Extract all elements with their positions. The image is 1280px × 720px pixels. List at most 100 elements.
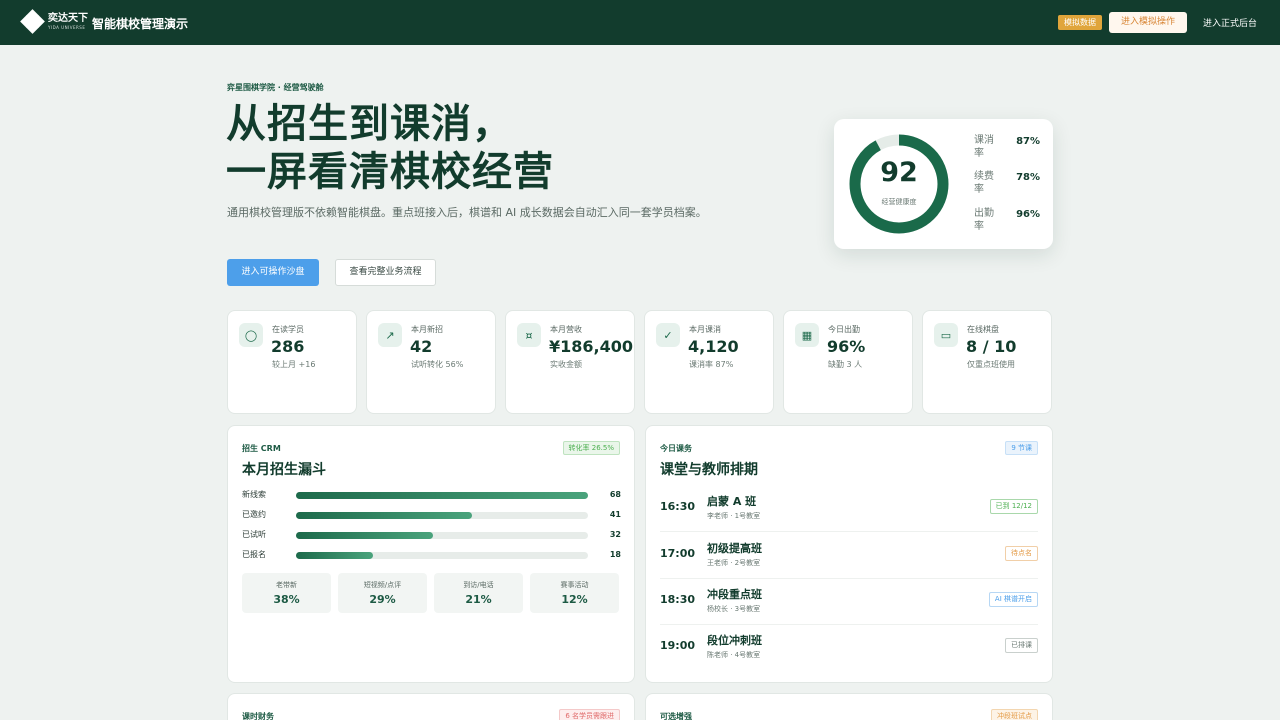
enter-simulation-button[interactable]: 进入模拟操作	[1109, 12, 1187, 33]
funnel-track	[296, 552, 588, 559]
trend-icon: ↗	[378, 323, 402, 347]
stat-value: 96%	[827, 337, 866, 356]
stat-value: 8 / 10	[966, 337, 1017, 356]
stat-label: 本月营收	[550, 325, 582, 334]
funnel-bar	[296, 512, 473, 519]
stat-sub: 仅重点班使用	[967, 360, 1015, 369]
stat-card-revenue[interactable]: ¤ 本月营收 ¥186,400 实收金额	[505, 310, 635, 414]
panel-tag: 可选增强	[660, 712, 692, 720]
panel-title: 本月招生漏斗	[242, 462, 326, 478]
class-name: 启蒙 A 班	[707, 495, 757, 508]
class-time: 18:30	[660, 593, 696, 606]
class-name: 冲段重点班	[707, 588, 762, 601]
schedule-row[interactable]: 19:00 段位冲刺班 陈老师 · 4号教室 已排课	[660, 625, 1038, 671]
class-name: 初级提高班	[707, 542, 762, 555]
enter-sandbox-button[interactable]: 进入可操作沙盘	[227, 259, 319, 286]
source-label: 短视频/点评	[363, 581, 402, 589]
funnel-label: 新线索	[242, 490, 266, 499]
source-box: 到访/电话 21%	[434, 573, 523, 613]
class-teacher: 杨校长 · 3号教室	[707, 605, 761, 613]
source-box: 赛事活动 12%	[530, 573, 619, 613]
panel-tag: 今日课务	[660, 444, 692, 453]
class-time: 19:00	[660, 639, 696, 652]
class-name: 段位冲刺班	[707, 634, 762, 647]
class-time: 17:00	[660, 547, 696, 560]
schedule-row[interactable]: 16:30 启蒙 A 班 李老师 · 1号教室 已到 12/12	[660, 486, 1038, 532]
hero-description: 通用棋校管理版不依赖智能棋盘。重点班接入后，棋谱和 AI 成长数据会自动汇入同一…	[227, 206, 707, 219]
view-workflow-button[interactable]: 查看完整业务流程	[335, 259, 436, 286]
mock-data-badge: 模拟数据	[1058, 15, 1102, 30]
stat-label: 在读学员	[272, 325, 304, 334]
app-title: 智能棋校管理演示	[92, 17, 189, 31]
funnel-track	[296, 532, 588, 539]
source-label: 到访/电话	[463, 581, 494, 589]
funnel-label: 已试听	[242, 530, 266, 539]
class-teacher: 王老师 · 2号教室	[707, 559, 761, 567]
funnel-count: 18	[609, 550, 621, 559]
monitor-icon: ▭	[934, 323, 958, 347]
funnel-bar	[296, 552, 374, 559]
funnel-row: 已报名 18	[242, 549, 622, 561]
status-badge: 待点名	[1005, 546, 1038, 561]
stat-card-online-boards[interactable]: ▭ 在线棋盘 8 / 10 仅重点班使用	[922, 310, 1052, 414]
metric-value: 87%	[1016, 136, 1040, 147]
enter-admin-link[interactable]: 进入正式后台	[1203, 16, 1257, 29]
stat-label: 在线棋盘	[967, 325, 999, 334]
schedule-row[interactable]: 18:30 冲段重点班 杨校长 · 3号教室 AI 棋谱开启	[660, 579, 1038, 625]
metric-value: 96%	[1016, 209, 1040, 220]
funnel-bar	[296, 532, 434, 539]
stat-card-students[interactable]: ◯ 在读学员 286 较上月 +16	[227, 310, 357, 414]
metric-label: 课消率	[974, 135, 994, 159]
stat-sub: 实收金额	[550, 360, 582, 369]
stat-card-consumption[interactable]: ✓ 本月课消 4,120 课消率 87%	[644, 310, 774, 414]
class-teacher: 陈老师 · 4号教室	[707, 651, 761, 659]
source-value: 38%	[273, 593, 300, 606]
status-badge: 已到 12/12	[989, 499, 1038, 514]
panel-tag: 课时财务	[242, 712, 274, 720]
logo-text-en: YIDA UNIVERSE	[48, 25, 86, 30]
stat-sub: 较上月 +16	[272, 360, 316, 369]
schedule-row[interactable]: 17:00 初级提高班 王老师 · 2号教室 待点名	[660, 533, 1038, 579]
funnel-row: 已试听 32	[242, 529, 622, 541]
stat-value: ¥186,400	[549, 337, 634, 356]
source-box: 短视频/点评 29%	[338, 573, 427, 613]
health-score: 92	[880, 157, 918, 188]
follow-up-badge: 6 名学员需跟进	[559, 709, 620, 720]
hero-title-line1: 从招生到课消，	[226, 101, 513, 147]
funnel-row: 已邀约 41	[242, 509, 622, 521]
source-value: 12%	[561, 593, 588, 606]
funnel-count: 32	[609, 530, 621, 539]
funnel-bar	[296, 492, 588, 499]
stat-sub: 课消率 87%	[689, 360, 734, 369]
top-bar: 奕达天下 YIDA UNIVERSE 智能棋校管理演示 模拟数据 进入模拟操作 …	[0, 0, 1280, 45]
finance-panel: 课时财务 6 名学员需跟进	[227, 693, 635, 720]
funnel-row: 新线索 68	[242, 489, 622, 501]
source-box: 老带新 38%	[242, 573, 331, 613]
metric-value: 78%	[1016, 172, 1040, 183]
class-teacher: 李老师 · 1号教室	[707, 512, 761, 520]
stat-sub: 缺勤 3 人	[828, 360, 863, 369]
funnel-count: 41	[609, 510, 621, 519]
user-icon: ◯	[239, 323, 263, 347]
logo-text-cn: 奕达天下	[48, 13, 88, 24]
stat-label: 今日出勤	[828, 325, 860, 334]
stat-value: 286	[271, 337, 305, 356]
funnel-track	[296, 492, 588, 499]
stat-card-new-enrollment[interactable]: ↗ 本月新招 42 试听转化 56%	[366, 310, 496, 414]
source-label: 赛事活动	[560, 581, 589, 589]
hero-title-line2: 一屏看清棋校经营	[226, 149, 554, 195]
source-label: 老带新	[276, 581, 297, 589]
panel-tag: 招生 CRM	[242, 444, 281, 453]
hero-title: 从招生到课消， 一屏看清棋校经营	[226, 100, 554, 196]
brand-logo[interactable]: 奕达天下 YIDA UNIVERSE	[20, 9, 88, 34]
class-count-badge: 9 节课	[1005, 441, 1038, 455]
calendar-icon: ▦	[795, 323, 819, 347]
conversion-rate-badge: 转化率 26.5%	[562, 441, 620, 455]
stat-card-attendance[interactable]: ▦ 今日出勤 96% 缺勤 3 人	[783, 310, 913, 414]
file-check-icon: ✓	[656, 323, 680, 347]
stat-label: 本月新招	[411, 325, 443, 334]
stat-sub: 试听转化 56%	[411, 360, 464, 369]
source-value: 21%	[465, 593, 492, 606]
funnel-label: 已报名	[242, 550, 266, 559]
health-label: 经营健康度	[881, 198, 917, 206]
